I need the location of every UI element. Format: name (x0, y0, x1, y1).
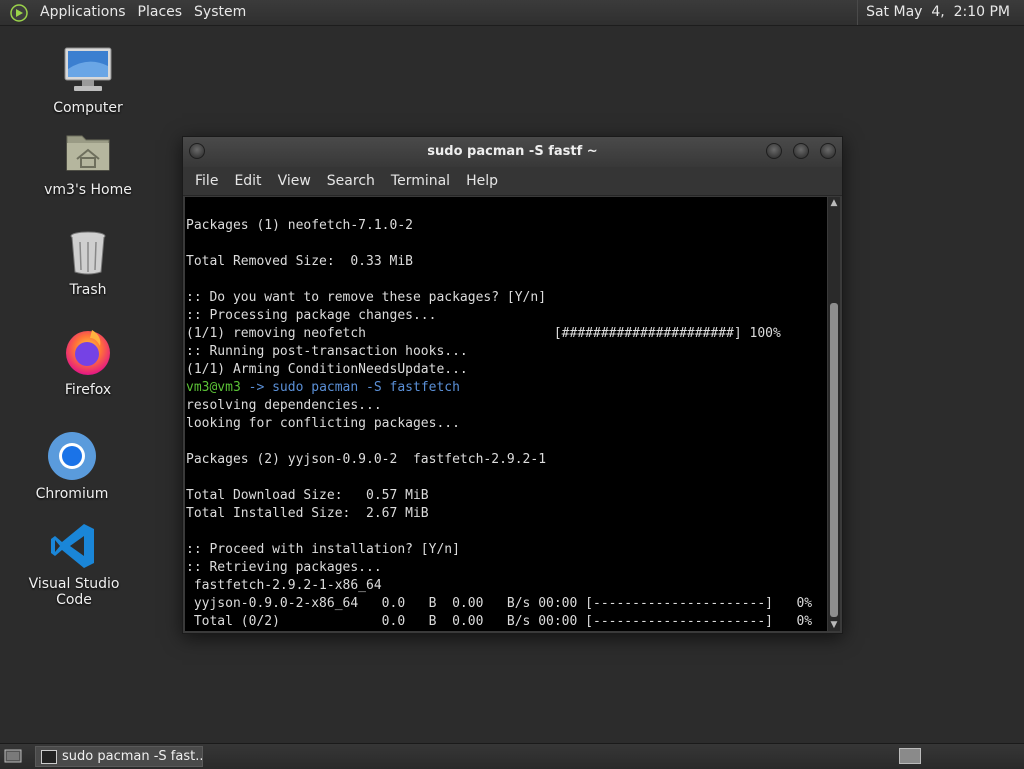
terminal-output[interactable]: Packages (1) neofetch-7.1.0-2 Total Remov… (185, 197, 827, 631)
terminal-line: resolving dependencies... (186, 398, 382, 413)
terminal-window[interactable]: sudo pacman -S fastf ~ File Edit View Se… (182, 136, 843, 634)
chromium-icon (46, 430, 98, 482)
home-folder-icon (62, 126, 114, 178)
menu-search[interactable]: Search (319, 167, 383, 195)
terminal-line: looking for conflicting packages... (186, 416, 460, 431)
applications-menu[interactable]: Applications (34, 0, 132, 25)
menu-view[interactable]: View (270, 167, 319, 195)
terminal-line: yyjson-0.9.0-2-x86_64 0.0 B 0.00 B/s 00:… (186, 596, 813, 611)
desktop-icon-label: Computer (53, 100, 123, 116)
desktop-icon-computer[interactable]: Computer (28, 44, 148, 116)
system-menu[interactable]: System (188, 0, 252, 25)
terminal-line: Total Removed Size: 0.33 MiB (186, 254, 413, 269)
window-menu-button[interactable] (189, 143, 205, 159)
terminal-line: :: Running post-transaction hooks... (186, 344, 468, 359)
terminal-line: Total (0/2) 0.0 B 0.00 B/s 00:00 [------… (186, 614, 813, 629)
distro-logo-icon[interactable] (8, 2, 30, 24)
terminal-scrollbar[interactable]: ▲ ▼ (828, 197, 840, 631)
trash-icon (62, 226, 114, 278)
window-title: sudo pacman -S fastf ~ (427, 144, 598, 159)
prompt-line: vm3@vm3 -> sudo pacman -S fastfetch (186, 379, 827, 397)
terminal-line: Total Installed Size: 2.67 MiB (186, 506, 429, 521)
desktop-icon-home[interactable]: vm3's Home (28, 126, 148, 198)
menu-edit[interactable]: Edit (226, 167, 269, 195)
terminal-icon (41, 750, 57, 764)
scroll-down-arrow-icon[interactable]: ▼ (828, 619, 840, 631)
scrollbar-thumb[interactable] (830, 303, 838, 617)
desktop-icon-label: Chromium (35, 486, 109, 502)
close-button[interactable] (820, 143, 836, 159)
terminal-line: fastfetch-2.9.2-1-x86_64 (186, 578, 382, 593)
firefox-icon (62, 326, 114, 378)
terminal-line: :: Do you want to remove these packages?… (186, 290, 547, 305)
scroll-up-arrow-icon[interactable]: ▲ (828, 197, 840, 209)
desktop-icon-trash[interactable]: Trash (28, 226, 148, 298)
vscode-icon (48, 520, 100, 572)
desktop-icon-label: Firefox (64, 382, 112, 398)
window-titlebar[interactable]: sudo pacman -S fastf ~ (183, 137, 842, 167)
prompt-arrow: -> (240, 380, 273, 395)
menu-terminal[interactable]: Terminal (383, 167, 458, 195)
show-desktop-icon[interactable] (4, 748, 22, 764)
terminal-line: (1/1) removing neofetch [###############… (186, 326, 781, 341)
menu-file[interactable]: File (187, 167, 226, 195)
places-menu[interactable]: Places (132, 0, 189, 25)
taskbar-terminal-button[interactable]: sudo pacman -S fast... (35, 746, 203, 767)
desktop-icon-vscode[interactable]: Visual Studio Code (14, 520, 134, 608)
maximize-button[interactable] (793, 143, 809, 159)
taskbar-task-label: sudo pacman -S fast... (62, 749, 203, 764)
terminal-line: (1/1) Arming ConditionNeedsUpdate... (186, 362, 468, 377)
desktop-icon-label: Visual Studio Code (28, 576, 120, 608)
terminal-menubar: File Edit View Search Terminal Help (183, 167, 842, 196)
terminal-line: :: Proceed with installation? [Y/n] (186, 542, 460, 557)
terminal-line: Packages (2) yyjson-0.9.0-2 fastfetch-2.… (186, 452, 547, 467)
desktop-icon-label: Trash (69, 282, 107, 298)
minimize-button[interactable] (766, 143, 782, 159)
workspace-switcher[interactable] (899, 748, 921, 764)
terminal-line: :: Processing package changes... (186, 308, 437, 323)
terminal-line: Total Download Size: 0.57 MiB (186, 488, 429, 503)
computer-icon (62, 44, 114, 96)
prompt-user-host: vm3@vm3 (186, 380, 241, 395)
desktop-icon-firefox[interactable]: Firefox (28, 326, 148, 398)
top-panel: Applications Places System Sat May 4, 2:… (0, 0, 1024, 26)
desktop-icon-label: vm3's Home (44, 182, 132, 198)
clock[interactable]: Sat May 4, 2:10 PM (857, 0, 1018, 25)
desktop-icon-chromium[interactable]: Chromium (12, 430, 132, 502)
menu-help[interactable]: Help (458, 167, 506, 195)
prompt-command: sudo pacman -S fastfetch (272, 380, 460, 395)
terminal-line: :: Retrieving packages... (186, 560, 382, 575)
terminal-line: Packages (1) neofetch-7.1.0-2 (186, 218, 413, 233)
bottom-panel: sudo pacman -S fast... (0, 743, 1024, 769)
